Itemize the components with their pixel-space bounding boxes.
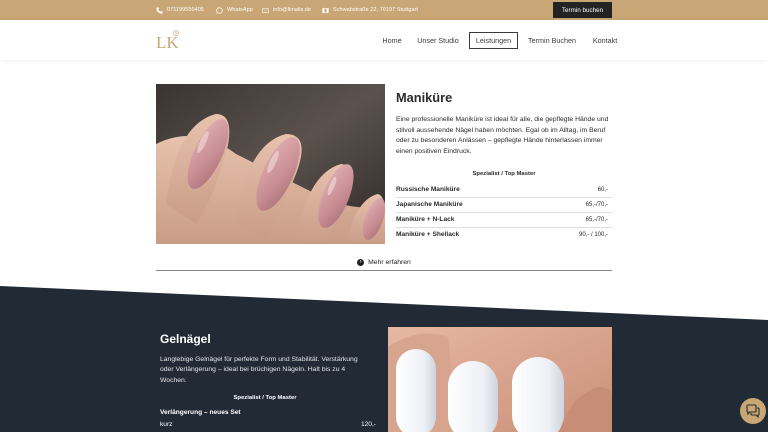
email-link[interactable]: info@lknails.de [262,0,311,20]
gel-service-name: kurz [160,421,173,428]
service-name: Maniküre + Shellack [396,231,460,238]
termin-buchen-button[interactable]: Termin buchen [553,2,612,18]
service-price: 65,-/70,- [585,201,608,208]
whatsapp-label: WhatsApp [227,7,253,13]
mehr-erfahren-label: Mehr erfahren [368,258,411,266]
manikuere-description: Eine professionelle Maniküre ist ideal f… [396,116,609,156]
gelnaegel-title: Gelnägel [160,332,211,346]
mehr-erfahren-toggle[interactable]: › Mehr erfahren [156,254,612,271]
mail-icon [262,7,269,13]
top-info-bar: 071199550405 WhatsApp info@lknails.de Sc… [0,0,768,20]
address-link[interactable]: Schwabstraße 22, 70197 Stuttgart [322,0,418,20]
whatsapp-icon [216,6,223,14]
price-column-header: Spezialist / Top Master [472,171,536,177]
gel-price-column-header: Spezialist / Top Master [233,395,297,401]
manikuere-title: Maniküre [396,90,453,105]
service-price: 65,-/70,- [585,216,608,223]
nav-home[interactable]: Home [378,32,406,49]
price-row: Maniküre + Shellack 90,- / 100,- [396,227,608,242]
service-price: 60,- [597,186,608,193]
gelnaegel-description: Langlebige Gelnägel für perfekte Form un… [160,356,358,384]
nav-unser-studio[interactable]: Unser Studio [414,32,462,49]
gel-price-row: kurz 120,- [160,421,376,428]
map-icon [322,7,329,13]
price-row: Russische Maniküre 60,- [396,182,608,197]
gel-subheading: Verlängerung – neues Set [160,409,241,416]
logo[interactable]: LK [155,28,181,52]
email-address: info@lknails.de [273,7,312,13]
chat-icon [746,404,760,418]
main-navigation: LK Home Unser Studio Leistungen Termin B… [0,20,768,60]
logo-text: LK [156,33,179,52]
price-row: Japanische Maniküre 65,-/70,- [396,197,608,212]
phone-number: 071199550405 [167,7,204,13]
service-name: Russische Maniküre [396,186,460,193]
whatsapp-link[interactable]: WhatsApp [216,0,253,20]
gelnaegel-photo [388,327,612,432]
gelnaegel-section [0,286,768,432]
price-row: Maniküre + N-Lack 65,-/70,- [396,212,608,227]
chat-button[interactable] [740,398,766,424]
service-price: 90,- / 100,- [578,231,608,238]
nav-termin-buchen[interactable]: Termin Buchen [524,32,580,49]
nav-kontakt[interactable]: Kontakt [589,32,621,49]
service-name: Japanische Maniküre [396,201,463,208]
service-name: Maniküre + N-Lack [396,216,455,223]
address-text: Schwabstraße 22, 70197 Stuttgart [333,7,418,13]
phone-link[interactable]: 071199550405 [156,0,204,20]
info-circle-icon: › [357,258,365,266]
nav-leistungen[interactable]: Leistungen [469,32,518,49]
manikuere-photo [156,84,385,244]
phone-icon [156,6,163,14]
gel-service-price: 120,- [360,421,376,428]
